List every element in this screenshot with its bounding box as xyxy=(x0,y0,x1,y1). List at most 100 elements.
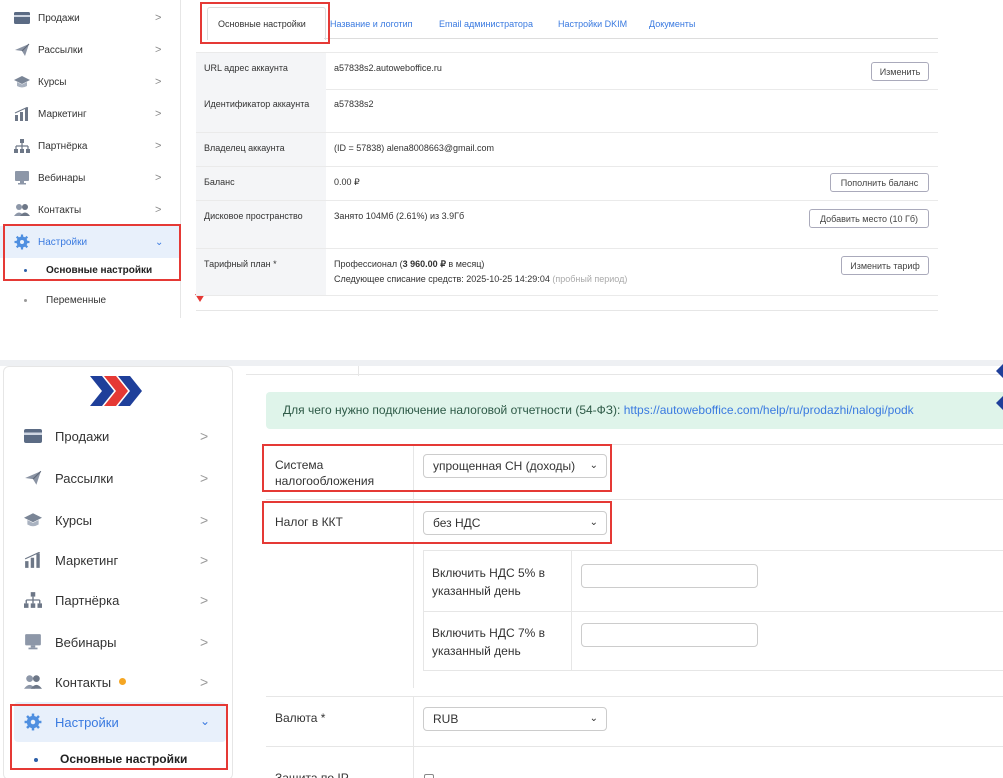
plan-name: Профессионал ( xyxy=(334,259,403,269)
sidebar-item-marketing[interactable]: Маркетинг > xyxy=(0,540,230,580)
form-row-line xyxy=(266,499,1003,500)
chevron-down-icon: ⌄ xyxy=(589,713,598,724)
graduation-cap-icon xyxy=(14,75,30,89)
sidebar-subitem-variables[interactable]: Переменные xyxy=(0,290,180,310)
row-label-cell: Баланс xyxy=(196,167,326,200)
bar-chart-icon xyxy=(14,107,30,121)
chevron-right-icon: > xyxy=(155,140,162,152)
sidebar-item-label: Партнёрка xyxy=(55,593,120,608)
tabs-underline xyxy=(324,38,938,39)
vat7-date-input[interactable] xyxy=(581,623,758,647)
row-value: (ID = 57838) alena8008663@gmail.com xyxy=(334,143,494,153)
sidebar-item-contacts[interactable]: Контакты > xyxy=(0,662,230,702)
chevron-left-icon[interactable] xyxy=(996,364,1003,378)
highlight-box xyxy=(200,2,330,44)
row-label: Дисковое пространство xyxy=(204,211,303,221)
tab-admin-email[interactable]: Email администратора xyxy=(439,19,533,29)
sidebar-item-label: Рассылки xyxy=(38,44,83,56)
monitor-icon xyxy=(24,634,42,650)
sidebar-item-courses[interactable]: Курсы > xyxy=(0,500,230,540)
top-up-balance-button[interactable]: Пополнить баланс xyxy=(830,173,929,192)
row-balance: Баланс 0.00 ₽ Пополнить баланс xyxy=(196,167,938,201)
row-label: Тарифный план * xyxy=(204,259,277,269)
brand-logo[interactable] xyxy=(90,374,142,408)
highlight-box xyxy=(262,501,612,544)
chevron-right-icon: > xyxy=(200,634,209,650)
paper-plane-icon xyxy=(14,43,30,57)
change-tariff-button[interactable]: Изменить тариф xyxy=(841,256,929,275)
row-label: Владелец аккаунта xyxy=(204,143,285,153)
row-label-cell: Владелец аккаунта xyxy=(196,133,326,166)
notification-badge xyxy=(119,678,126,685)
chevron-right-icon: > xyxy=(155,172,162,184)
select-value: RUB xyxy=(433,712,459,726)
help-link[interactable]: https://autoweboffice.com/help/ru/prodaz… xyxy=(624,403,914,417)
sidebar-item-mailings[interactable]: Рассылки > xyxy=(0,34,180,66)
sidebar-item-mailings[interactable]: Рассылки > xyxy=(0,458,230,498)
sidebar-item-label: Продажи xyxy=(38,12,80,24)
sidebar-item-label: Партнёрка xyxy=(38,140,88,152)
row-value: a57838s2 xyxy=(334,99,374,109)
sidebar-item-label: Маркетинг xyxy=(38,108,87,120)
row-disk-space: Дисковое пространство Занято 104Мб (2.61… xyxy=(196,201,938,249)
sidebar-item-label: Вебинары xyxy=(38,172,86,184)
ip-protection-checkbox[interactable] xyxy=(424,774,434,778)
highlight-box xyxy=(3,224,181,281)
chevron-right-icon: > xyxy=(200,592,209,608)
sidebar-item-contacts[interactable]: Контакты > xyxy=(0,194,180,226)
row-label: Баланс xyxy=(204,177,235,187)
sitemap-icon xyxy=(14,139,30,153)
nested-row-line xyxy=(423,611,1003,612)
bullet-icon xyxy=(24,298,27,302)
sidebar-item-label: Курсы xyxy=(38,76,67,88)
form-row-line xyxy=(266,746,1003,747)
users-icon xyxy=(14,203,30,217)
row-value: Профессионал (3 960.00 ₽ в месяц) Следую… xyxy=(334,258,627,286)
tab-name-logo[interactable]: Название и логотип xyxy=(330,19,413,29)
sidebar-item-partners[interactable]: Партнёрка > xyxy=(0,130,180,162)
sidebar-subitem-label: Переменные xyxy=(46,294,107,306)
tab-documents[interactable]: Документы xyxy=(649,19,695,29)
card-icon xyxy=(14,11,30,25)
sidebar-item-label: Продажи xyxy=(55,429,110,444)
row-label: URL адрес аккаунта xyxy=(204,63,288,73)
highlight-box xyxy=(262,444,612,492)
tab-dkim[interactable]: Настройки DKIM xyxy=(558,19,627,29)
nested-row-line xyxy=(423,550,1003,551)
chevron-right-icon: > xyxy=(155,108,162,120)
ip-protection-label: Защита по IP xyxy=(275,771,349,778)
sidebar-item-webinars[interactable]: Вебинары > xyxy=(0,162,180,194)
vat5-date-input[interactable] xyxy=(581,564,758,588)
sidebar-item-sales[interactable]: Продажи > xyxy=(0,2,180,34)
row-label-cell: Идентификатор аккаунта xyxy=(196,89,326,132)
tax-info-banner: Для чего нужно подключение налоговой отч… xyxy=(266,392,1003,429)
table-bottom-line xyxy=(196,310,938,311)
sidebar-item-webinars[interactable]: Вебинары > xyxy=(0,622,230,662)
sidebar-item-sales[interactable]: Продажи > xyxy=(0,416,230,456)
chevron-right-icon: > xyxy=(155,76,162,88)
change-url-button[interactable]: Изменить xyxy=(871,62,929,81)
content-top-divider xyxy=(358,366,359,376)
sidebar-item-marketing[interactable]: Маркетинг > xyxy=(0,98,180,130)
sidebar-item-label: Вебинары xyxy=(55,635,117,650)
currency-select[interactable]: RUB ⌄ xyxy=(423,707,607,731)
bottom-screenshot-panel: Продажи > Рассылки > Курсы > Маркетинг >… xyxy=(0,360,1003,778)
nested-row-line xyxy=(423,670,1003,671)
nested-column-line xyxy=(423,550,424,670)
row-value: a57838s2.autoweboffice.ru xyxy=(334,63,442,73)
row-value: 0.00 ₽ xyxy=(334,177,360,187)
row-account-url: URL адрес аккаунта a57838s2.autoweboffic… xyxy=(196,52,938,90)
monitor-icon xyxy=(14,171,30,185)
graduation-cap-icon xyxy=(24,512,42,528)
add-space-button[interactable]: Добавить место (10 Гб) xyxy=(809,209,929,228)
currency-label: Валюта * xyxy=(275,711,326,725)
sidebar-item-label: Рассылки xyxy=(55,471,114,486)
row-account-owner: Владелец аккаунта (ID = 57838) alena8008… xyxy=(196,133,938,167)
users-icon xyxy=(24,674,42,690)
sidebar-item-label: Курсы xyxy=(55,513,93,528)
sidebar-item-partners[interactable]: Партнёрка > xyxy=(0,580,230,620)
row-value: Занято 104Мб (2.61%) из 3.9Гб xyxy=(334,211,465,221)
sidebar-item-courses[interactable]: Курсы > xyxy=(0,66,180,98)
chevron-right-icon: > xyxy=(155,204,162,216)
chevron-left-icon[interactable] xyxy=(996,396,1003,410)
